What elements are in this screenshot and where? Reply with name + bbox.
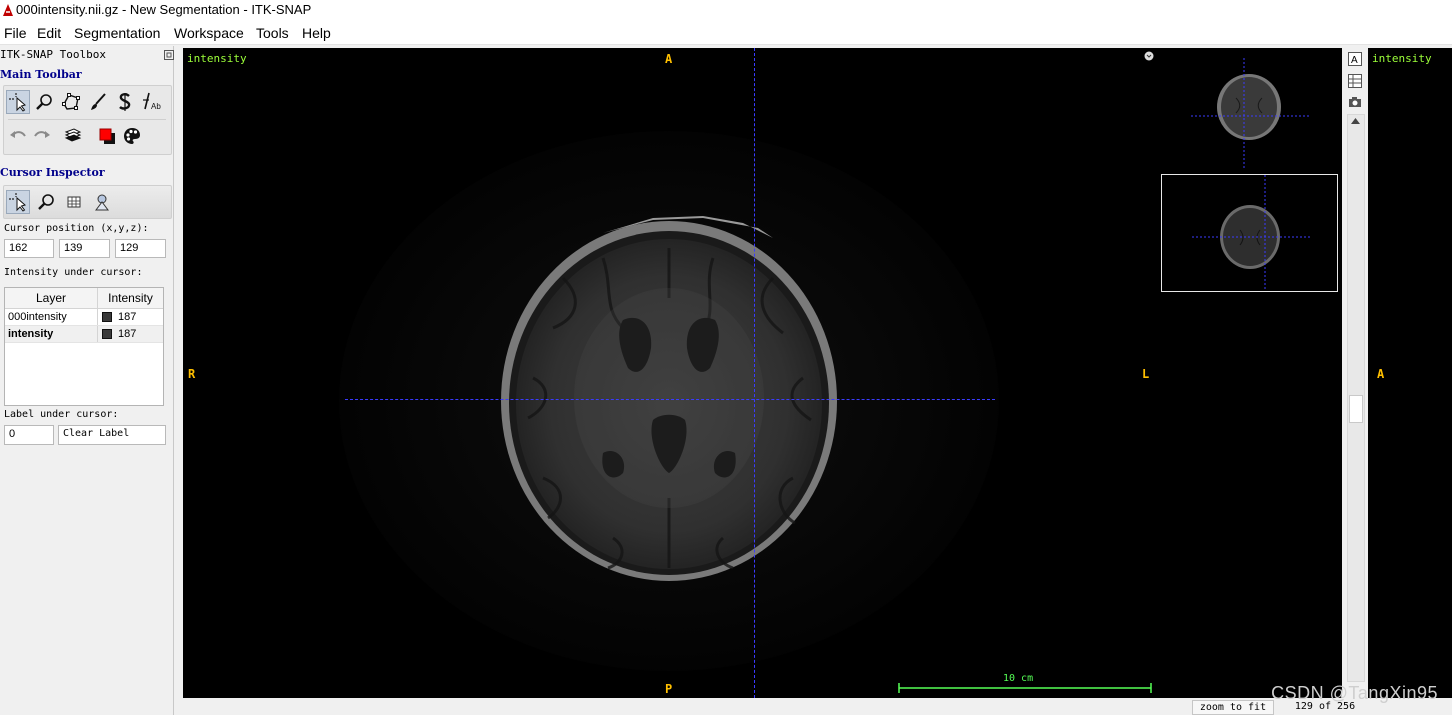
table-cell-layer: intensity	[8, 328, 54, 340]
view-side-toolbar: A	[1343, 48, 1368, 698]
paintbrush-tool-icon	[91, 93, 106, 110]
layer-name-label: intensity	[187, 52, 247, 65]
menu-help[interactable]: Help	[302, 25, 331, 41]
undo-icon	[10, 131, 26, 138]
crosshair-horizontal	[345, 399, 995, 400]
thumbnail-overview[interactable]	[1161, 58, 1337, 168]
label-color-button[interactable]	[95, 124, 119, 148]
redo-button[interactable]	[30, 124, 54, 148]
orientation-left-label: A	[1377, 367, 1385, 381]
layer-intensity-table: Layer Intensity 000intensity 187 intensi…	[4, 287, 164, 406]
window-title: 000intensity.nii.gz - New Segmentation -…	[16, 2, 312, 17]
intensity-value: 187	[118, 311, 137, 323]
zoom-to-fit-button[interactable]: zoom to fit	[1192, 700, 1274, 715]
inspector-zoom-button[interactable]	[34, 190, 58, 214]
layers-button[interactable]	[61, 124, 85, 148]
annotation-tool-button[interactable]: Ab	[140, 90, 164, 114]
table-cell-intensity: 187	[102, 326, 136, 342]
main-toolbar-title: Main Toolbar	[0, 68, 82, 81]
scale-bar-label: 10 cm	[1003, 673, 1034, 684]
label-name-field[interactable]: Clear Label	[58, 425, 166, 445]
thumbnail-brain-image	[1191, 58, 1309, 168]
inspector-table-button[interactable]	[62, 190, 86, 214]
redo-icon	[34, 131, 50, 138]
zoom-tool-icon	[36, 94, 52, 110]
sync-icon	[95, 194, 109, 211]
zoom-tool-icon	[38, 194, 54, 210]
polygon-tool-button[interactable]	[59, 90, 83, 114]
annotation-mode-icon[interactable]: A	[1348, 52, 1362, 66]
snake-tool-icon	[119, 93, 131, 111]
toolbox-title: ITK-SNAP Toolbox	[0, 48, 106, 61]
orientation-bottom-label: P	[665, 682, 673, 696]
watermark: CSDN @TangXin95	[1271, 683, 1438, 703]
sagittal-slice-view[interactable]: intensity A	[1368, 48, 1452, 698]
svg-text:Ab: Ab	[151, 102, 161, 111]
orientation-top-label: A	[665, 52, 673, 66]
undock-icon[interactable]	[164, 50, 174, 60]
cursor-z-field[interactable]: 129	[115, 239, 166, 258]
scrollbar-thumb[interactable]	[1349, 395, 1363, 423]
inspector-toolbar	[3, 185, 172, 219]
thumbnail-current-view[interactable]	[1161, 174, 1338, 292]
toolbar-divider	[8, 119, 166, 120]
intensity-under-cursor-label: Intensity under cursor:	[4, 267, 143, 278]
slice-scrollbar[interactable]	[1347, 114, 1365, 682]
table-row[interactable]: 000intensity 187	[5, 309, 163, 326]
paintbrush-tool-button[interactable]	[86, 90, 110, 114]
crosshair-tool-icon	[9, 93, 27, 112]
layer-name-label: intensity	[1372, 52, 1432, 65]
itk-snap-app-icon	[3, 4, 13, 16]
menu-file[interactable]: File	[4, 25, 27, 41]
cursor-x-field[interactable]: 162	[4, 239, 54, 258]
polygon-tool-icon	[62, 93, 80, 110]
svg-text:A: A	[1351, 55, 1358, 66]
thumbnail-brain-image	[1192, 175, 1310, 291]
menu-segmentation[interactable]: Segmentation	[74, 25, 160, 41]
scroll-up-icon[interactable]	[1351, 118, 1360, 124]
palette-button[interactable]	[120, 124, 144, 148]
view-options-icon[interactable]	[1144, 51, 1154, 61]
inspector-sync-button[interactable]	[90, 190, 114, 214]
cursor-inspector-title: Cursor Inspector	[0, 166, 105, 179]
camera-icon[interactable]	[1348, 96, 1362, 108]
menu-tools[interactable]: Tools	[256, 25, 289, 41]
cursor-y-field[interactable]: 139	[59, 239, 110, 258]
main-toolbar: Ab	[3, 85, 172, 155]
menu-workspace[interactable]: Workspace	[174, 25, 244, 41]
table-row[interactable]: intensity 187	[5, 326, 163, 343]
table-header-layer[interactable]: Layer	[5, 288, 98, 309]
intensity-value: 187	[118, 328, 137, 340]
crosshair-tool-icon	[9, 193, 27, 212]
orientation-right-label: L	[1142, 367, 1150, 381]
palette-icon	[124, 128, 140, 144]
undo-button[interactable]	[6, 124, 30, 148]
inspector-crosshair-button[interactable]	[6, 190, 30, 214]
table-header-intensity[interactable]: Intensity	[98, 288, 163, 309]
layers-icon	[64, 128, 82, 142]
label-under-cursor-label: Label under cursor:	[4, 409, 119, 420]
label-value-field[interactable]: 0	[4, 425, 54, 445]
cursor-position-label: Cursor position (x,y,z):	[4, 223, 149, 234]
snake-tool-button[interactable]	[113, 90, 137, 114]
zoom-tool-button[interactable]	[32, 90, 56, 114]
crosshair-vertical	[754, 48, 755, 698]
table-cell-layer: 000intensity	[8, 311, 67, 323]
table-cell-intensity: 187	[102, 309, 136, 325]
menu-bar: File Edit Segmentation Workspace Tools H…	[0, 22, 1452, 45]
status-bar: zoom to fit 129 of 256	[183, 698, 1452, 715]
color-swatch	[102, 329, 112, 340]
annotation-tool-icon: Ab	[143, 92, 161, 111]
title-bar: 000intensity.nii.gz - New Segmentation -…	[0, 0, 1452, 22]
layout-icon[interactable]	[1348, 74, 1362, 88]
crosshair-tool-button[interactable]	[6, 90, 30, 114]
axial-slice-view[interactable]: intensity A P R L 10 cm	[183, 48, 1342, 698]
table-icon	[67, 196, 81, 208]
label-color-icon	[99, 128, 115, 144]
menu-edit[interactable]: Edit	[37, 25, 61, 41]
orientation-left-label: R	[188, 367, 196, 381]
color-swatch	[102, 312, 112, 323]
toolbox-panel: ITK-SNAP Toolbox Main Toolbar Ab Cursor …	[0, 46, 174, 715]
